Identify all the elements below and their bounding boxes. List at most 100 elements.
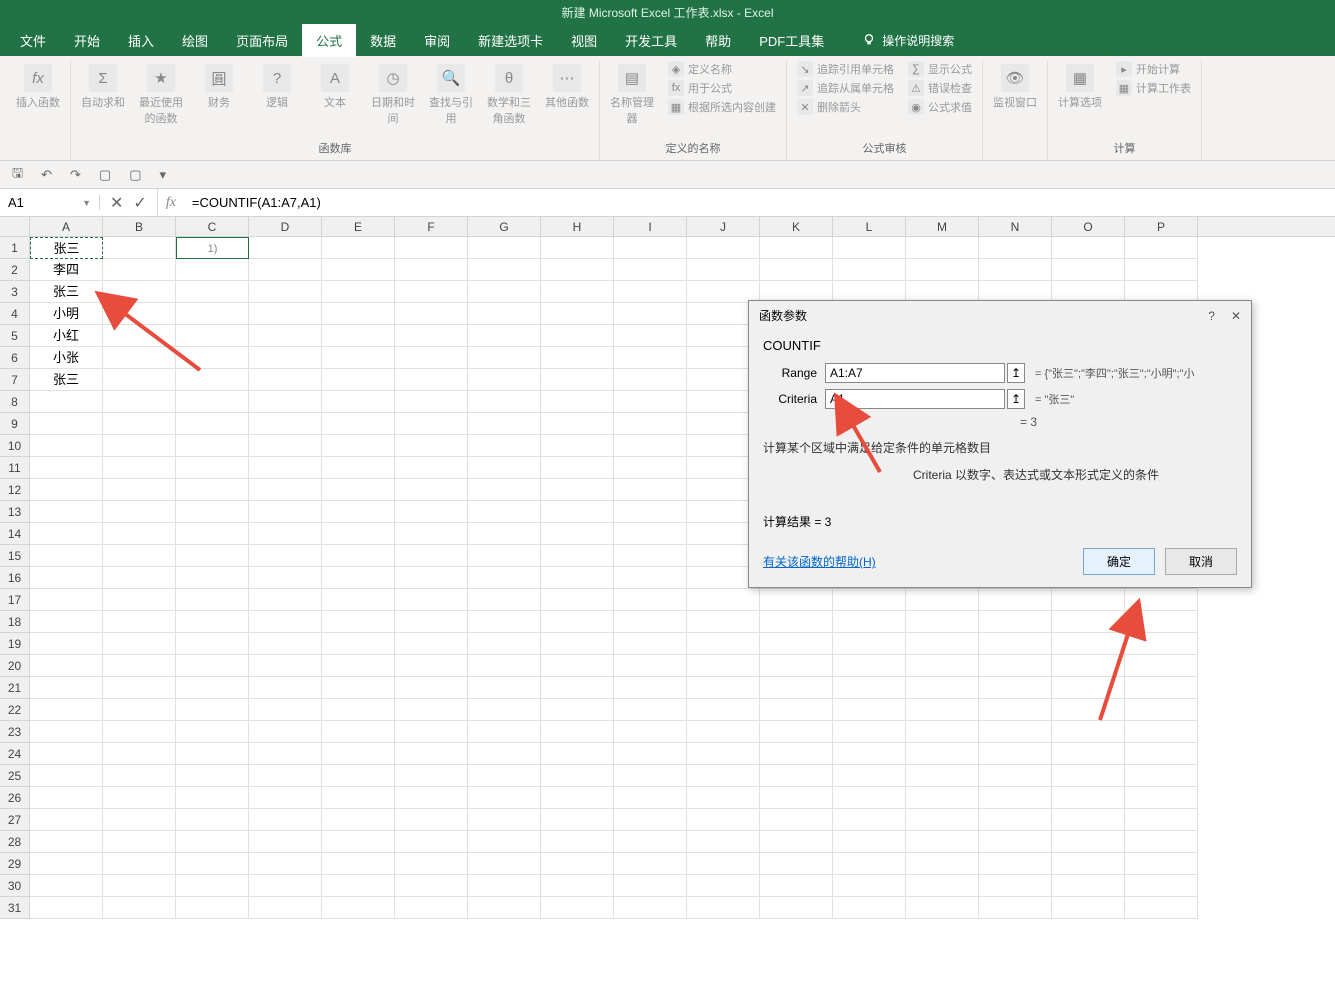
- cell-L27[interactable]: [833, 809, 906, 831]
- cell-A13[interactable]: [30, 501, 103, 523]
- cell-P19[interactable]: [1125, 633, 1198, 655]
- cell-E2[interactable]: [322, 259, 395, 281]
- cell-D19[interactable]: [249, 633, 322, 655]
- column-header-G[interactable]: G: [468, 217, 541, 236]
- cell-B27[interactable]: [103, 809, 176, 831]
- cell-G10[interactable]: [468, 435, 541, 457]
- cell-G7[interactable]: [468, 369, 541, 391]
- cell-E4[interactable]: [322, 303, 395, 325]
- cell-H24[interactable]: [541, 743, 614, 765]
- cell-G12[interactable]: [468, 479, 541, 501]
- cell-D12[interactable]: [249, 479, 322, 501]
- tab-审阅[interactable]: 审阅: [410, 24, 464, 57]
- cell-P22[interactable]: [1125, 699, 1198, 721]
- cell-C30[interactable]: [176, 875, 249, 897]
- cell-J22[interactable]: [687, 699, 760, 721]
- cell-G25[interactable]: [468, 765, 541, 787]
- cell-D13[interactable]: [249, 501, 322, 523]
- cell-D2[interactable]: [249, 259, 322, 281]
- cell-P28[interactable]: [1125, 831, 1198, 853]
- cell-C28[interactable]: [176, 831, 249, 853]
- cell-N31[interactable]: [979, 897, 1052, 919]
- cell-D30[interactable]: [249, 875, 322, 897]
- close-icon[interactable]: ✕: [1231, 309, 1241, 323]
- cell-M26[interactable]: [906, 787, 979, 809]
- cell-A29[interactable]: [30, 853, 103, 875]
- cell-C2[interactable]: [176, 259, 249, 281]
- row-header-8[interactable]: 8: [0, 391, 30, 413]
- ok-button[interactable]: 确定: [1083, 548, 1155, 575]
- tab-插入[interactable]: 插入: [114, 24, 168, 57]
- column-header-N[interactable]: N: [979, 217, 1052, 236]
- cell-H12[interactable]: [541, 479, 614, 501]
- cell-B31[interactable]: [103, 897, 176, 919]
- cell-H17[interactable]: [541, 589, 614, 611]
- cell-D1[interactable]: [249, 237, 322, 259]
- cell-I8[interactable]: [614, 391, 687, 413]
- cell-G16[interactable]: [468, 567, 541, 589]
- cell-B1[interactable]: [103, 237, 176, 259]
- math-button[interactable]: θ数学和三角函数: [483, 60, 535, 130]
- cell-B2[interactable]: [103, 259, 176, 281]
- cell-D15[interactable]: [249, 545, 322, 567]
- cell-E30[interactable]: [322, 875, 395, 897]
- cell-P17[interactable]: [1125, 589, 1198, 611]
- cell-B18[interactable]: [103, 611, 176, 633]
- cell-G3[interactable]: [468, 281, 541, 303]
- cell-J18[interactable]: [687, 611, 760, 633]
- cell-D25[interactable]: [249, 765, 322, 787]
- cell-F13[interactable]: [395, 501, 468, 523]
- cell-I2[interactable]: [614, 259, 687, 281]
- cell-D3[interactable]: [249, 281, 322, 303]
- column-header-L[interactable]: L: [833, 217, 906, 236]
- cancel-button[interactable]: 取消: [1165, 548, 1237, 575]
- cell-J27[interactable]: [687, 809, 760, 831]
- cell-C11[interactable]: [176, 457, 249, 479]
- cell-N18[interactable]: [979, 611, 1052, 633]
- cell-O31[interactable]: [1052, 897, 1125, 919]
- cell-K30[interactable]: [760, 875, 833, 897]
- cell-B16[interactable]: [103, 567, 176, 589]
- cell-G20[interactable]: [468, 655, 541, 677]
- cell-B23[interactable]: [103, 721, 176, 743]
- cell-D21[interactable]: [249, 677, 322, 699]
- cell-F18[interactable]: [395, 611, 468, 633]
- calculation-options-button[interactable]: ▦计算选项: [1054, 60, 1106, 114]
- cell-G27[interactable]: [468, 809, 541, 831]
- cell-C8[interactable]: [176, 391, 249, 413]
- cell-K17[interactable]: [760, 589, 833, 611]
- cell-E25[interactable]: [322, 765, 395, 787]
- cell-E16[interactable]: [322, 567, 395, 589]
- cell-A5[interactable]: 小红: [30, 325, 103, 347]
- redo-icon[interactable]: ↷: [66, 165, 85, 185]
- tab-PDF工具集[interactable]: PDF工具集: [745, 24, 838, 57]
- cell-B11[interactable]: [103, 457, 176, 479]
- row-header-28[interactable]: 28: [0, 831, 30, 853]
- use-in-formula-button[interactable]: fx用于公式: [664, 79, 780, 97]
- cell-K1[interactable]: [760, 237, 833, 259]
- cell-E28[interactable]: [322, 831, 395, 853]
- cell-E9[interactable]: [322, 413, 395, 435]
- cell-L22[interactable]: [833, 699, 906, 721]
- cell-D28[interactable]: [249, 831, 322, 853]
- name-manager-button[interactable]: ▤名称管理器: [606, 60, 658, 130]
- cell-C12[interactable]: [176, 479, 249, 501]
- text-button[interactable]: A文本: [309, 60, 361, 114]
- cell-P18[interactable]: [1125, 611, 1198, 633]
- cell-G19[interactable]: [468, 633, 541, 655]
- cell-N27[interactable]: [979, 809, 1052, 831]
- cell-G29[interactable]: [468, 853, 541, 875]
- cell-F26[interactable]: [395, 787, 468, 809]
- remove-arrows-button[interactable]: ✕删除箭头: [793, 98, 898, 116]
- cell-K27[interactable]: [760, 809, 833, 831]
- cell-M24[interactable]: [906, 743, 979, 765]
- trace-precedents-button[interactable]: ↘追踪引用单元格: [793, 60, 898, 78]
- cell-I22[interactable]: [614, 699, 687, 721]
- cell-D20[interactable]: [249, 655, 322, 677]
- cell-N26[interactable]: [979, 787, 1052, 809]
- row-header-12[interactable]: 12: [0, 479, 30, 501]
- cell-I28[interactable]: [614, 831, 687, 853]
- row-header-19[interactable]: 19: [0, 633, 30, 655]
- cell-N22[interactable]: [979, 699, 1052, 721]
- cell-O25[interactable]: [1052, 765, 1125, 787]
